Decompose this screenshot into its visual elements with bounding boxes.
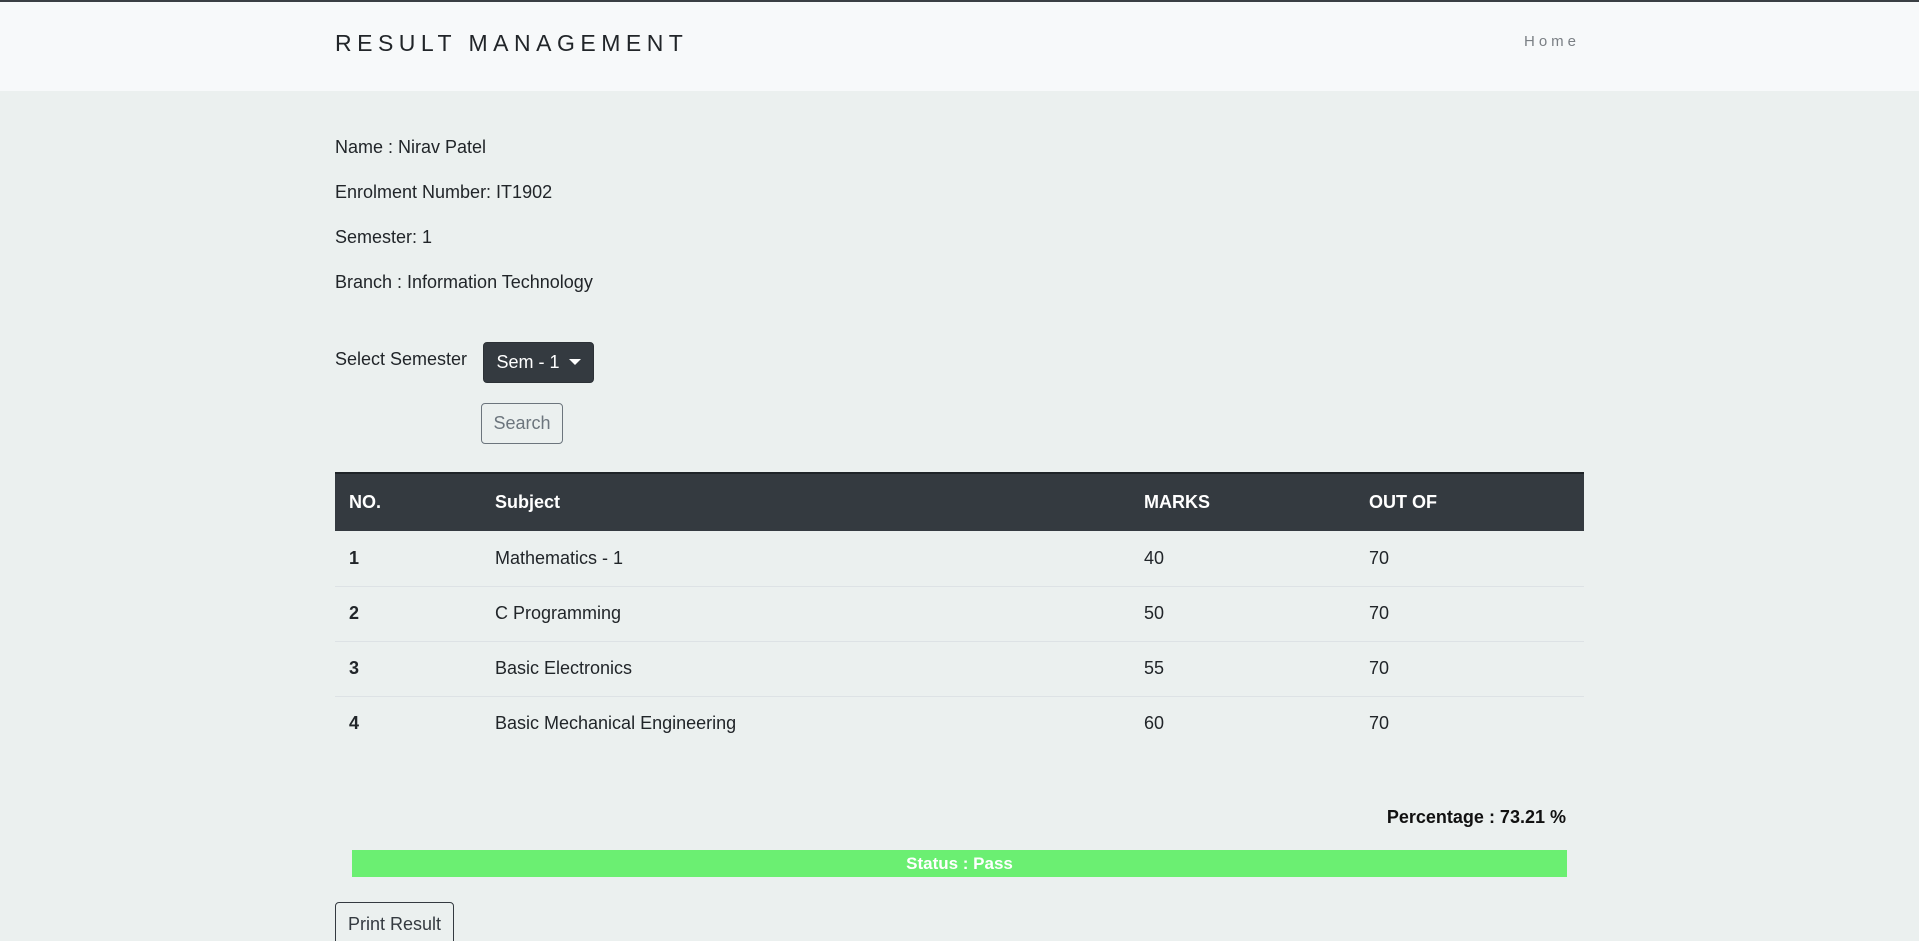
caret-down-icon	[568, 358, 581, 365]
row-subject: C Programming	[481, 585, 1130, 641]
select-semester-label: Select Semester	[335, 349, 468, 369]
table-header-row: NO. Subject MARKS OUT OF	[335, 472, 1584, 531]
row-out-of: 70	[1369, 547, 1390, 568]
percentage-text: Percentage : 73.21 %	[1386, 807, 1566, 827]
row-marks: 55	[1130, 640, 1355, 696]
row-no: 1	[349, 547, 360, 568]
row-no: 4	[335, 695, 481, 751]
header-no: NO.	[335, 472, 481, 531]
header-out-of: OUT OF	[1355, 472, 1584, 531]
row-marks: 40	[1144, 547, 1165, 568]
student-semester: Semester: 1	[335, 227, 433, 247]
status-bar: Status : Pass	[352, 850, 1567, 877]
row-subject: Mathematics - 1	[495, 547, 624, 568]
brand-title[interactable]: RESULT MANAGEMENT	[335, 30, 688, 57]
row-subject: Basic Electronics	[481, 640, 1130, 696]
row-marks: 60	[1130, 695, 1355, 751]
navbar: RESULT MANAGEMENT Home	[0, 2, 1919, 91]
semester-dropdown-value: Sem - 1	[496, 352, 560, 372]
row-marks: 50	[1130, 585, 1355, 641]
row-no: 2	[335, 585, 481, 641]
row-subject: Basic Mechanical Engineering	[481, 695, 1130, 751]
row-out-of: 70	[1355, 585, 1584, 641]
table-row: 1 Mathematics - 1 40 70	[335, 531, 1584, 586]
table-row: 3 Basic Electronics 55 70	[335, 640, 1584, 696]
header-marks: MARKS	[1130, 472, 1355, 531]
results-table: NO. Subject MARKS OUT OF 1 Mathematics -…	[335, 472, 1584, 751]
semester-dropdown[interactable]: Sem - 1	[483, 342, 594, 383]
table-row: 4 Basic Mechanical Engineering 60 70	[335, 695, 1584, 751]
student-name: Name : Nirav Patel	[335, 137, 487, 157]
header-subject: Subject	[481, 472, 1130, 531]
student-enrolment: Enrolment Number: IT1902	[335, 182, 553, 202]
table-row: 2 C Programming 50 70	[335, 585, 1584, 641]
row-out-of: 70	[1355, 640, 1584, 696]
row-out-of: 70	[1355, 695, 1584, 751]
search-button[interactable]: Search	[481, 403, 563, 444]
student-branch: Branch : Information Technology	[335, 272, 593, 292]
row-no: 3	[335, 640, 481, 696]
print-result-button[interactable]: Print Result	[335, 902, 454, 941]
nav-home-link[interactable]: Home	[1524, 33, 1580, 50]
